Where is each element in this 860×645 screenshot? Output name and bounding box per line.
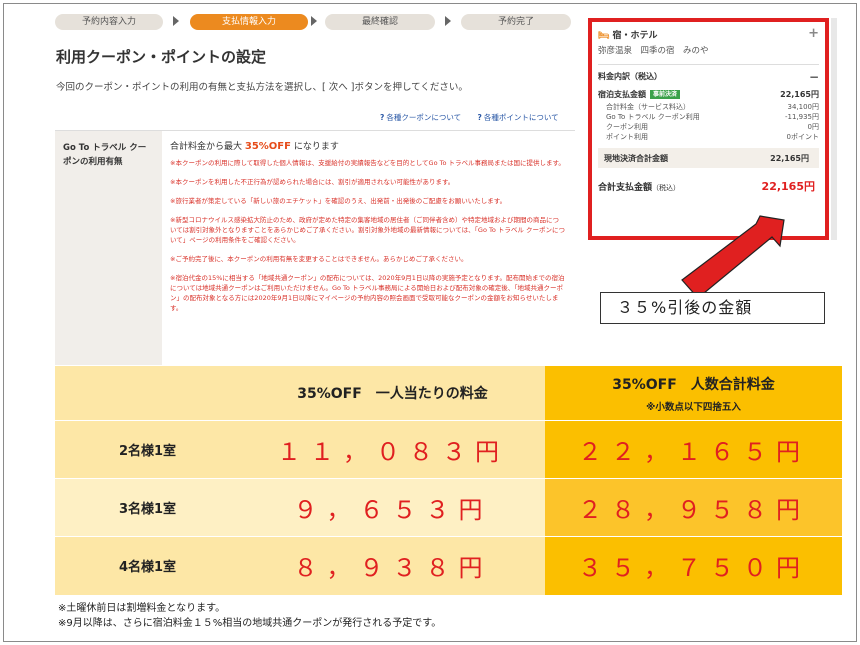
help-links: ? 各種クーポンについて ? 各種ポイントについて [380,112,573,123]
total-cell: ３５，７５０円 [545,536,842,595]
step-reservation-input: 予約内容入力 [55,14,163,30]
price-summary-panel: 🛏 宿・ホテル + 弥彦温泉 四季の宿 みのや 料金内訳（税込） − 宿泊支払金額事… [588,18,829,240]
breakdown-title: 料金内訳（税込） − [598,70,819,84]
total-cell: ２８，９５８円 [545,478,842,537]
footnote: ※9月以降は、さらに宿泊料金１５%相当の地域共通クーポンが発行される予定です。 [58,618,442,629]
prepay-badge: 事前決済 [650,90,681,99]
per-person-cell: ８，９３８円 [240,536,545,595]
breakdown-item: 合計料金（サービス料込） 34,100円 [606,103,819,111]
breakdown-item: クーポン利用 0円 [606,123,819,131]
room-type-cell: 4名様1室 [55,536,240,595]
step-arrow-icon [173,16,179,26]
coupon-note: ※新型コロナウイルス感染拡大防止のため、政府が定めた特定の集客地域の居住者（ご同… [170,216,565,244]
coupon-label: Go To トラベル クーポンの利用有無 [55,131,162,366]
total-cell: ２２，１６５円 [545,420,842,479]
per-person-cell: １１，０８３円 [240,420,545,479]
table-row: 3名様1室 ９，６５３円 ２８，９５８円 [55,478,842,537]
room-type-cell: 3名様1室 [55,478,240,537]
expand-icon[interactable]: + [808,27,819,40]
coupon-help-link[interactable]: ? 各種クーポンについて [380,113,461,122]
divider [598,64,819,65]
table-header-cell: 35%OFF 人数合計料金 ※小数点以下四捨五入 [545,365,842,421]
scrollbar[interactable] [831,18,837,240]
callout-box: ３５%引後の金額 [600,292,825,324]
step-confirm: 最終確認 [325,14,435,30]
footnote: ※土曜休前日は割増料金となります。 [58,603,226,614]
question-icon: ? [380,113,385,122]
hotel-name: 弥彦温泉 四季の宿 みのや [598,46,709,56]
table-header-row: 35%OFF 一人当たりの料金 35%OFF 人数合計料金 ※小数点以下四捨五入 [55,365,842,421]
hotel-category: 🛏 宿・ホテル + [598,26,819,41]
stay-total-row: 宿泊支払金額 事前決済 22,165円 [598,90,819,99]
coupon-note: ※宿泊代金の15%に相当する「地域共通クーポン」の配布については、2020年9月… [170,274,565,312]
step-payment-input: 支払情報入力 [190,14,308,30]
question-icon: ? [477,113,482,122]
local-payment-row: 現地決済合計金額 22,165円 [598,148,819,168]
step-arrow-icon [445,16,451,26]
coupon-note: ※ご予約完了後に、本クーポンの利用有無を変更することはできません。あらかじめご了… [170,255,468,263]
per-person-cell: ９，６５３円 [240,478,545,537]
step-arrow-icon [311,16,317,26]
rounding-note: ※小数点以下四捨五入 [646,401,741,413]
step-complete: 予約完了 [461,14,571,30]
table-header-cell [55,365,240,421]
grand-total-row: 合計支払金額（税込） 22,165円 [598,180,815,193]
price-table: 35%OFF 一人当たりの料金 35%OFF 人数合計料金 ※小数点以下四捨五入 … [55,365,842,595]
table-header-cell: 35%OFF 一人当たりの料金 [240,365,545,421]
progress-steps: 予約内容入力 支払情報入力 最終確認 予約完了 [55,14,575,32]
point-help-link[interactable]: ? 各種ポイントについて [478,113,559,122]
page-title: 利用クーポン・ポイントの設定 [56,48,267,66]
page-description: 今回のクーポン・ポイントの利用の有無と支払方法を選択し、[ 次へ ]ボタンを押し… [56,82,468,93]
table-row: 4名様1室 ８，９３８円 ３５，７５０円 [55,536,842,595]
pointer-arrow-icon [681,215,785,299]
breakdown-item: ポイント利用 0ポイント [606,133,819,141]
coupon-body: 合計料金から最大 35%OFF になります ※本クーポンの利用に際して取得した個… [170,139,565,322]
bed-icon: 🛏 [598,31,610,41]
coupon-discount-text: 合計料金から最大 35%OFF になります [170,141,339,152]
grand-total-value: 22,165円 [761,180,815,193]
footnotes: ※土曜休前日は割増料金となります。 ※9月以降は、さらに宿泊料金１５%相当の地域… [58,601,441,631]
room-type-cell: 2名様1室 [55,420,240,479]
table-row: 2名様1室 １１，０８３円 ２２，１６５円 [55,420,842,479]
coupon-note: ※本クーポンの利用に際して取得した個人情報は、支援給付の実績報告などを目的として… [170,159,565,167]
breakdown-item: Go To トラベル クーポン利用 -11,935円 [606,113,819,121]
discount-highlight: 35%OFF [244,141,291,152]
collapse-icon[interactable]: − [809,70,819,84]
coupon-note: ※本クーポンを利用した不正行為が認められた場合には、割引が適用されない可能性があ… [170,178,455,186]
coupon-note: ※旅行業者が策定している「新しい旅のエチケット」を確認のうえ、出発前・出発後のご… [170,197,507,205]
coupon-section: Go To トラベル クーポンの利用有無 合計料金から最大 35%OFF になり… [55,130,575,366]
